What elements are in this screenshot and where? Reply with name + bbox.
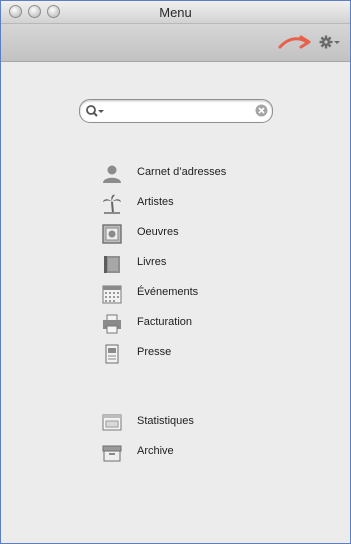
menu-label: Statistiques xyxy=(137,415,194,427)
red-arrow-icon xyxy=(278,35,311,49)
toolbar xyxy=(1,24,350,62)
title-bar: Menu xyxy=(1,1,350,24)
menu-item-oeuvres[interactable]: Oeuvres xyxy=(101,223,281,245)
calendar-icon xyxy=(102,285,122,304)
app-window: Menu Carnet d’adresses Artistes Oeuvres … xyxy=(0,0,351,544)
newspaper-icon xyxy=(105,344,119,364)
printer-icon xyxy=(103,314,121,334)
chart-window-icon xyxy=(102,414,122,431)
clear-search-icon[interactable] xyxy=(255,104,268,117)
menu-item-presse[interactable]: Presse xyxy=(101,343,281,365)
menu-item-carnet-adresses[interactable]: Carnet d’adresses xyxy=(101,163,281,185)
menu-item-statistiques[interactable]: Statistiques xyxy=(101,412,281,434)
menu-item-artistes[interactable]: Artistes xyxy=(101,193,281,215)
book-icon xyxy=(104,256,120,273)
menu-item-evenements[interactable]: Événements xyxy=(101,283,281,305)
menu-label: Archive xyxy=(137,445,174,457)
menu-item-facturation[interactable]: Facturation xyxy=(101,313,281,335)
search-field[interactable] xyxy=(79,99,273,123)
person-icon xyxy=(103,165,121,183)
window-title: Menu xyxy=(159,5,192,20)
menu-label: Presse xyxy=(137,346,172,358)
menu-label: Livres xyxy=(137,256,167,268)
artwork-icon xyxy=(102,224,122,244)
menu-item-livres[interactable]: Livres xyxy=(101,253,281,275)
menu-label: Artistes xyxy=(137,196,174,208)
archive-box-icon xyxy=(102,445,122,462)
search-icon xyxy=(86,105,104,117)
menu-label: Carnet d’adresses xyxy=(137,166,227,178)
menu-label: Oeuvres xyxy=(137,226,179,238)
menu-label: Facturation xyxy=(137,316,193,328)
palm-tree-icon xyxy=(103,194,121,214)
menu-item-archive[interactable]: Archive xyxy=(101,442,281,464)
gear-icon[interactable] xyxy=(319,34,341,50)
menu-label: Événements xyxy=(137,286,199,298)
